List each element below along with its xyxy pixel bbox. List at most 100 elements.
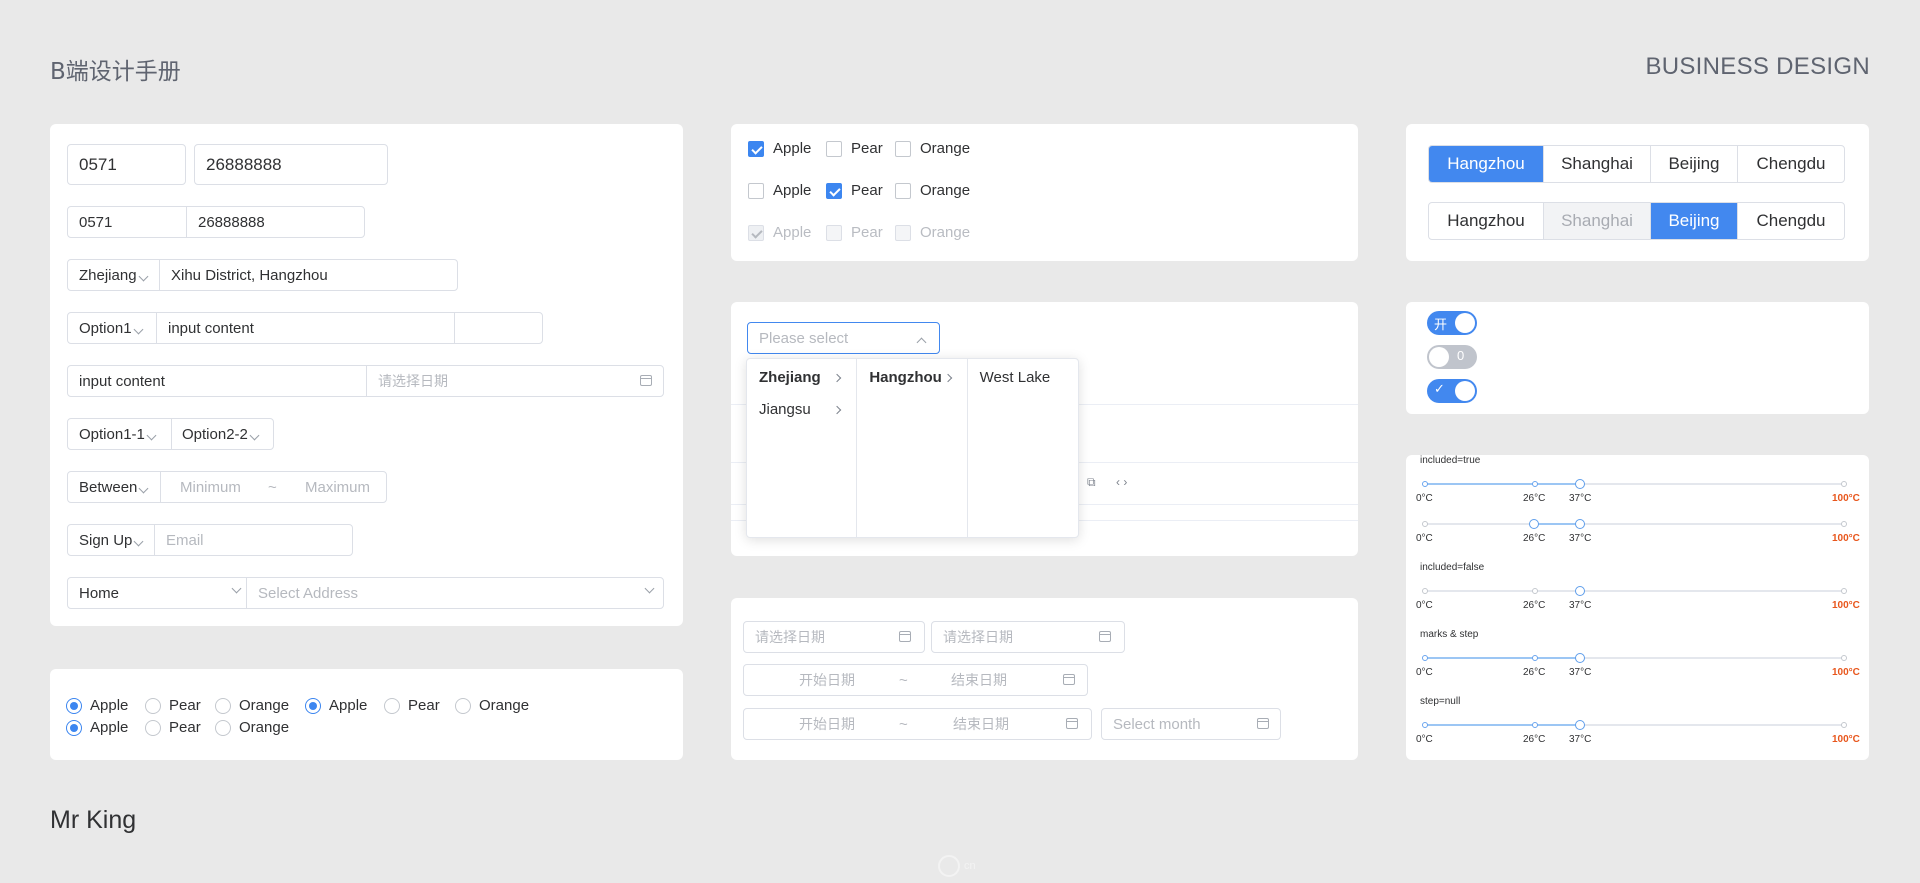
- cascader-option-jiangsu[interactable]: Jiangsu: [759, 401, 811, 418]
- copy-icon[interactable]: ⧉: [1087, 475, 1096, 490]
- slider-handle[interactable]: [1575, 653, 1585, 663]
- slider-mark-label: 0°C: [1416, 493, 1433, 504]
- chevron-down-icon: [133, 324, 143, 334]
- radio-label: Apple: [329, 697, 368, 714]
- date-range-picker[interactable]: 开始日期 ~ 结束日期: [743, 708, 1092, 740]
- checkbox-apple[interactable]: [748, 141, 764, 157]
- slider-mark-label: 26°C: [1523, 493, 1546, 504]
- page-title-left: B端设计手册: [50, 59, 181, 85]
- temperature-step-slider[interactable]: [1422, 653, 1847, 663]
- slider-handle[interactable]: [1575, 519, 1585, 529]
- slider-handle[interactable]: [1575, 479, 1585, 489]
- chevron-down-icon: [231, 583, 242, 594]
- radio-orange[interactable]: [215, 698, 231, 714]
- checkbox-pear-disabled: [826, 225, 842, 241]
- signup-select[interactable]: Sign Up: [79, 532, 144, 549]
- switch-text: 开: [1434, 318, 1448, 333]
- date-placeholder: 请选择日期: [943, 630, 1013, 646]
- slider-mark-label: 0°C: [1416, 667, 1433, 678]
- slider-mark: [1532, 481, 1538, 487]
- date-picker-card: 请选择日期 请选择日期 开始日期 ~ 结束日期 开始日期 ~ 结束日期 Sele…: [731, 598, 1358, 760]
- date-picker-input[interactable]: 请选择日期: [931, 621, 1125, 653]
- segment-beijing[interactable]: Beijing: [1651, 203, 1738, 239]
- range-input-group: Between Minimum ~ Maximum: [67, 471, 387, 503]
- checkbox-pear[interactable]: [826, 183, 842, 199]
- option-select[interactable]: Option1: [79, 320, 143, 337]
- slider-mark-label: 37°C: [1569, 667, 1592, 678]
- radio-orange[interactable]: [455, 698, 471, 714]
- segment-hangzhou[interactable]: Hangzhou: [1429, 203, 1544, 239]
- date-picker[interactable]: 请选择日期: [378, 371, 448, 391]
- date-picker-input[interactable]: 请选择日期: [743, 621, 925, 653]
- slider-mark-label: 0°C: [1416, 600, 1433, 611]
- option-cascade-group: Option1-1 Option2-2: [67, 418, 274, 450]
- slider-mark: [1422, 588, 1428, 594]
- content-input[interactable]: input content: [168, 320, 254, 337]
- checkbox-label: Apple: [773, 182, 812, 199]
- segment-beijing[interactable]: Beijing: [1651, 146, 1738, 182]
- month-placeholder: Select month: [1113, 715, 1201, 733]
- checkbox-orange[interactable]: [895, 183, 911, 199]
- cascader-option-west-lake[interactable]: West Lake: [980, 369, 1051, 386]
- checkbox-pear[interactable]: [826, 141, 842, 157]
- end-date-placeholder: 结束日期: [953, 717, 1009, 733]
- cascader-input[interactable]: Please select: [747, 322, 940, 354]
- radio-pear[interactable]: [145, 698, 161, 714]
- slider-mark-label: 37°C: [1569, 600, 1592, 611]
- switch-on-check[interactable]: ✓: [1427, 379, 1477, 403]
- maximum-input[interactable]: Maximum: [305, 479, 370, 496]
- email-field[interactable]: Email: [166, 532, 204, 549]
- slider-handle[interactable]: [1575, 586, 1585, 596]
- address-type-select[interactable]: Home: [79, 585, 119, 602]
- code-icon[interactable]: ‹ ›: [1116, 475, 1127, 489]
- cascader-option-zhejiang[interactable]: Zhejiang: [759, 369, 821, 386]
- checkbox-apple-disabled: [748, 225, 764, 241]
- radio-apple[interactable]: [66, 698, 82, 714]
- segment-shanghai[interactable]: Shanghai: [1544, 146, 1651, 182]
- slider-mark: [1841, 655, 1847, 661]
- radio-pear[interactable]: [384, 698, 400, 714]
- switch-on-text[interactable]: 开: [1427, 311, 1477, 335]
- combined-phone-input[interactable]: 0571 26888888: [67, 206, 365, 238]
- temperature-slider[interactable]: [1422, 586, 1847, 596]
- start-date-placeholder: 开始日期: [799, 717, 855, 733]
- option-a-select[interactable]: Option1-1: [79, 426, 157, 443]
- temperature-range-slider[interactable]: [1422, 519, 1847, 529]
- address-input[interactable]: Xihu District, Hangzhou: [171, 267, 328, 284]
- calendar-icon: [1063, 674, 1075, 685]
- segment-chengdu[interactable]: Chengdu: [1738, 146, 1844, 182]
- address-select[interactable]: Select Address: [258, 585, 358, 602]
- segment-hangzhou[interactable]: Hangzhou: [1429, 146, 1544, 182]
- checkbox-label: Pear: [851, 224, 883, 241]
- cascader-option-hangzhou[interactable]: Hangzhou: [869, 369, 942, 386]
- city-segment-group: Hangzhou Shanghai Beijing Chengdu: [1428, 145, 1845, 183]
- minimum-input[interactable]: Minimum: [180, 479, 241, 496]
- slider-handle[interactable]: [1575, 720, 1585, 730]
- date-range-picker[interactable]: 开始日期 ~ 结束日期: [743, 664, 1088, 696]
- phone-input[interactable]: 26888888: [194, 144, 388, 185]
- option-b-select[interactable]: Option2-2: [182, 426, 260, 443]
- radio-apple[interactable]: [305, 698, 321, 714]
- segment-chengdu[interactable]: Chengdu: [1738, 203, 1844, 239]
- content-input[interactable]: input content: [79, 373, 165, 390]
- area-code-input[interactable]: 0571: [67, 144, 186, 185]
- chevron-down-icon: [138, 271, 148, 281]
- radio-label: Orange: [479, 697, 530, 714]
- cascader-column-1: Zhejiang Jiangsu: [747, 359, 858, 537]
- switch-off[interactable]: 0: [1427, 345, 1477, 369]
- slider-mark-label: 26°C: [1523, 734, 1546, 745]
- radio-pear[interactable]: [145, 720, 161, 736]
- temperature-null-step-slider[interactable]: [1422, 720, 1847, 730]
- checkbox-orange[interactable]: [895, 141, 911, 157]
- range-mode-select[interactable]: Between: [79, 479, 149, 496]
- temperature-slider[interactable]: [1422, 479, 1847, 489]
- month-picker[interactable]: Select month: [1101, 708, 1281, 740]
- province-select[interactable]: Zhejiang: [79, 267, 148, 284]
- switch-knob: [1429, 347, 1449, 367]
- slider-handle[interactable]: [1529, 519, 1539, 529]
- checkbox-apple[interactable]: [748, 183, 764, 199]
- radio-orange[interactable]: [215, 720, 231, 736]
- radio-apple[interactable]: [66, 720, 82, 736]
- phone-value: 26888888: [206, 154, 282, 174]
- slider-mark: [1841, 521, 1847, 527]
